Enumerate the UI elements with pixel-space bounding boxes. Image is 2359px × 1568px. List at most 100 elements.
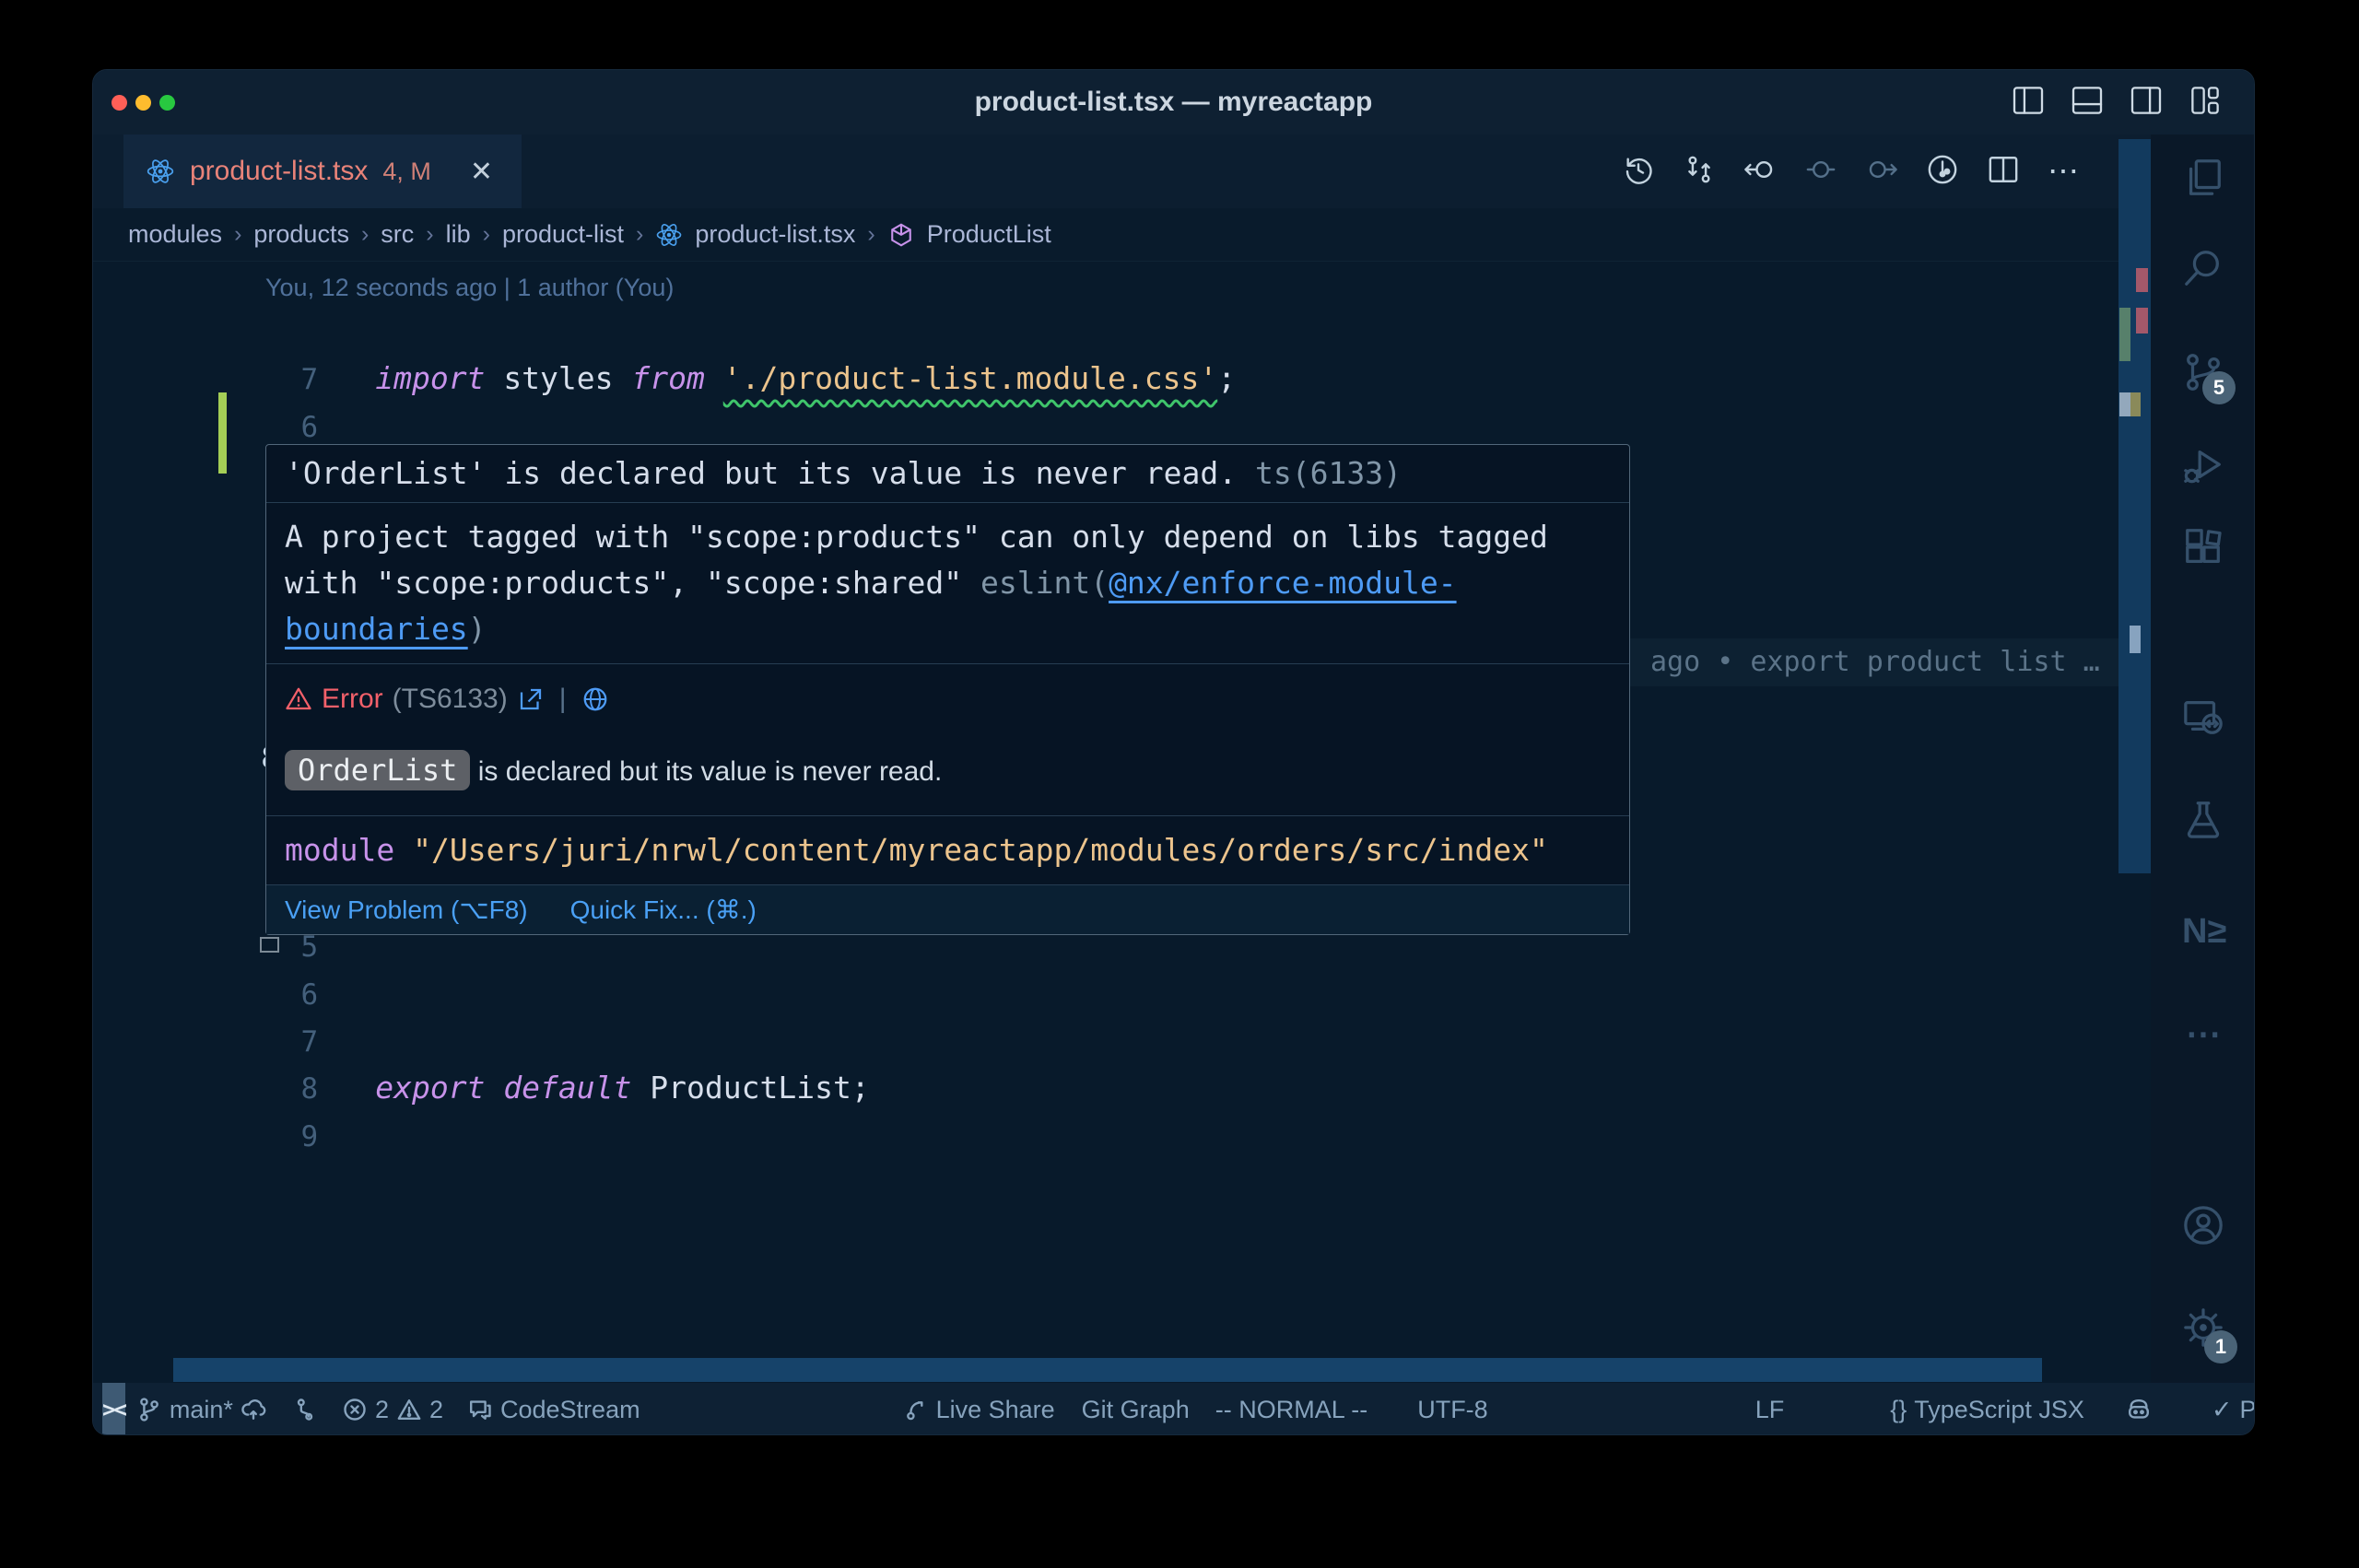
breadcrumb-src[interactable]: src <box>381 220 414 249</box>
problems-item[interactable]: 2 2 <box>342 1396 443 1424</box>
scrollbar-slider[interactable] <box>2130 626 2141 653</box>
horizontal-scrollbar[interactable] <box>173 1358 2042 1382</box>
breadcrumb: modules › products › src › lib › product… <box>93 208 2118 262</box>
tab-product-list[interactable]: product-list.tsx 4, M ✕ <box>123 135 522 208</box>
breadcrumb-products[interactable]: products <box>253 220 349 249</box>
modified-mark <box>2119 308 2130 361</box>
live-share-icon <box>903 1397 929 1422</box>
breadcrumb-file[interactable]: product-list.tsx <box>695 220 855 249</box>
close-tab-icon[interactable]: ✕ <box>470 156 493 188</box>
nx-console-icon[interactable]: N≥ <box>2182 910 2224 953</box>
line-number: 9 <box>203 1114 318 1161</box>
gitlens-file-blame: You, 12 seconds ago | 1 author (You) <box>93 262 2118 308</box>
ts-message-source: ts(6133) <box>1237 455 1402 491</box>
cursor-mark <box>2119 392 2130 416</box>
tooltip-resize-grip[interactable] <box>260 937 279 953</box>
codestream-icon <box>467 1397 493 1422</box>
globe-icon[interactable] <box>581 685 609 713</box>
source-control-icon[interactable]: 5 <box>2182 351 2224 393</box>
codestream-item[interactable]: CodeStream <box>467 1396 640 1424</box>
breadcrumb-modules[interactable]: modules <box>128 220 222 249</box>
prettier-item[interactable]: ✓Prettier <box>2212 1396 2255 1424</box>
vscode-window: product-list.tsx — myreactapp product-li <box>92 69 2255 1435</box>
toggle-secondary-sidebar-icon[interactable] <box>2130 87 2162 119</box>
window-title: product-list.tsx — myreactapp <box>93 70 2254 135</box>
breadcrumb-product-list[interactable]: product-list <box>502 220 624 249</box>
breadcrumb-lib[interactable]: lib <box>446 220 471 249</box>
scm-badge: 5 <box>2202 371 2236 404</box>
error-hover-tooltip: 'OrderList' is declared but its value is… <box>265 444 1630 935</box>
tooltip-actions: View Problem (⌥F8) Quick Fix... (⌘.) <box>266 885 1629 934</box>
settings-gear-icon[interactable]: 1 <box>2182 1306 2224 1349</box>
customize-layout-icon[interactable] <box>2189 87 2221 119</box>
module-path-string: "/Users/juri/nrwl/content/myreactapp/mod… <box>413 832 1548 868</box>
warning-mark <box>2130 392 2141 416</box>
warning-triangle-icon <box>285 685 312 713</box>
tooltip-ts-message: 'OrderList' is declared but its value is… <box>266 445 1629 503</box>
tab-label: product-list.tsx <box>190 156 368 187</box>
go-back-disabled-icon <box>1804 154 1837 190</box>
copilot-item[interactable] <box>2126 1397 2152 1422</box>
more-actions-icon[interactable]: ⋯ <box>2048 153 2082 190</box>
testing-beaker-icon[interactable] <box>2182 798 2224 840</box>
eslint-source-close: ) <box>468 611 487 647</box>
symbol-namespace-icon <box>887 221 915 249</box>
quick-fix-action[interactable]: Quick Fix... (⌘.) <box>570 895 757 925</box>
split-editor-icon[interactable] <box>1987 154 2020 190</box>
separator: | <box>559 684 567 715</box>
commit-graph-icon <box>292 1397 318 1422</box>
view-problem-action[interactable]: View Problem (⌥F8) <box>285 895 528 925</box>
code-row: 9 <box>93 1064 2118 1111</box>
language-mode-item[interactable]: {}TypeScript JSX <box>1890 1396 2084 1424</box>
breadcrumb-symbol[interactable]: ProductList <box>927 220 1051 249</box>
chip-message: is declared but its value is never read. <box>470 756 942 787</box>
copilot-icon <box>2126 1397 2152 1422</box>
branch-icon <box>136 1397 162 1422</box>
go-forward-disabled-icon <box>1865 154 1898 190</box>
live-share-item[interactable]: Live Share <box>903 1396 1055 1424</box>
extensions-icon[interactable] <box>2182 526 2224 568</box>
go-back-icon[interactable] <box>1743 154 1777 190</box>
accounts-icon[interactable] <box>2182 1204 2224 1246</box>
gitlens-inline-blame: ago • export product list … <box>1650 638 2100 685</box>
ts-message-text: 'OrderList' is declared but its value is… <box>285 455 1237 491</box>
warning-icon <box>396 1397 422 1422</box>
tooltip-eslint-message: A project tagged with "scope:products" c… <box>266 503 1629 664</box>
tab-problems-badge: 4, M <box>382 158 431 186</box>
timeline-icon[interactable] <box>1622 154 1655 190</box>
symbol-chip: OrderList <box>285 750 470 790</box>
gitlens-commit-item[interactable] <box>292 1397 318 1422</box>
vim-mode-indicator[interactable]: -- NORMAL -- <box>1215 1396 1367 1424</box>
error-circle-icon <box>342 1397 368 1422</box>
encoding-item[interactable]: UTF-8 <box>1417 1396 1488 1424</box>
run-debug-icon[interactable] <box>2182 445 2224 487</box>
remote-explorer-icon[interactable] <box>2182 696 2224 738</box>
error-label: Error <box>322 684 383 715</box>
react-icon <box>146 157 175 186</box>
git-branch-item[interactable]: main* <box>136 1396 266 1424</box>
external-link-icon[interactable] <box>517 685 545 713</box>
open-changes-icon[interactable] <box>1683 154 1716 190</box>
code-row: 7 <box>93 970 2118 1017</box>
toggle-primary-sidebar-icon[interactable] <box>2013 87 2044 119</box>
toggle-panel-icon[interactable] <box>2071 87 2103 119</box>
module-keyword: module <box>285 832 394 868</box>
settings-badge: 1 <box>2204 1330 2237 1363</box>
overview-ruler-scrollbar[interactable] <box>2118 139 2151 873</box>
eslint-source-open: eslint( <box>980 565 1109 601</box>
explorer-icon[interactable] <box>2182 157 2224 199</box>
error-mark <box>2136 268 2148 292</box>
search-icon[interactable] <box>2182 247 2224 289</box>
git-graph-item[interactable]: Git Graph <box>1082 1396 1190 1424</box>
code-row: 7import styles from './product-list.modu… <box>93 308 2118 355</box>
cloud-upload-icon <box>241 1397 266 1422</box>
run-or-debug-icon[interactable] <box>1926 154 1959 190</box>
eol-item[interactable]: LF <box>1755 1396 1785 1424</box>
tab-bar: product-list.tsx 4, M ✕ ⋯ <box>93 135 2254 208</box>
remote-indicator[interactable]: >< <box>102 1383 125 1435</box>
additional-views-icon[interactable]: ⋯ <box>2182 1013 2224 1056</box>
code-row: 5import { OrderList } from '@myreactapp/… <box>93 403 2118 450</box>
error-code: (TS6133) <box>393 684 508 715</box>
tooltip-module-path: module "/Users/juri/nrwl/content/myreact… <box>266 816 1629 885</box>
tooltip-error-detail: Error (TS6133) | OrderList is declared bu… <box>266 664 1629 816</box>
